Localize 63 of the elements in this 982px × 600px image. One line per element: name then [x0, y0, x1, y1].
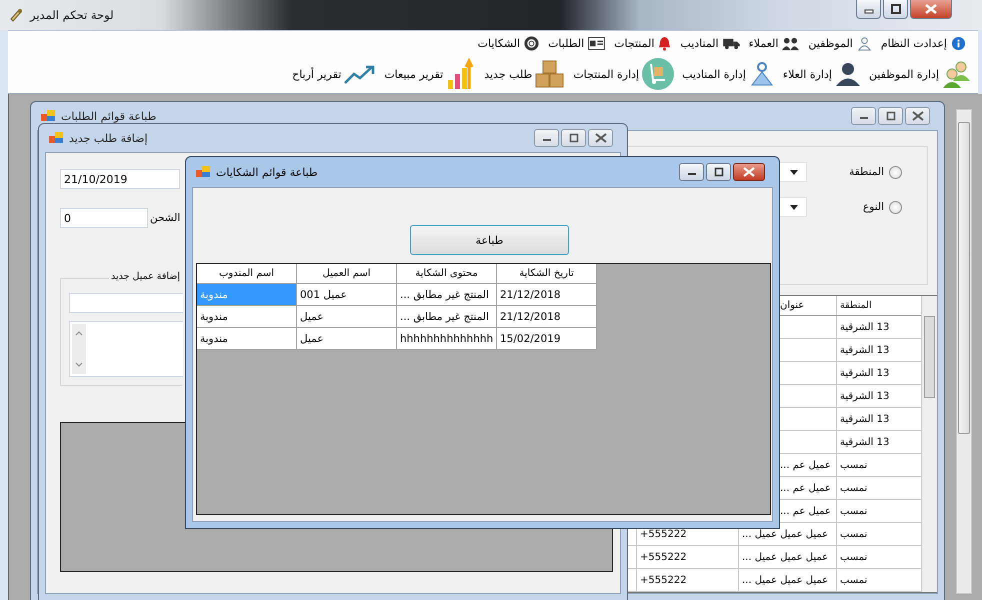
- table-cell: ... المنتج غير مطابق: [397, 306, 497, 328]
- table-cell: ... عميل عم: [780, 482, 831, 494]
- table-cell: عميل 001: [297, 284, 397, 306]
- group-label: إضافة عميل جديد: [109, 271, 182, 282]
- table-cell: نمسب: [840, 574, 868, 586]
- window-title: طباعة قوائم الطلبات: [61, 110, 158, 122]
- radio-label: النوع: [863, 201, 884, 213]
- toolbar-button[interactable]: إدارة المناديب: [682, 61, 775, 87]
- table-cell: نمسب: [840, 506, 868, 516]
- column-header: محتوى الشكاية: [397, 264, 497, 284]
- table-cell: ... عميل عميل عميل: [742, 528, 828, 540]
- column-header: اسم العميل: [297, 264, 397, 284]
- date-field[interactable]: 21/10/2019: [60, 169, 180, 189]
- table-cell: 13 الشرقية: [840, 436, 890, 448]
- field-label: الشحن: [150, 212, 180, 224]
- window-title: لوحة تحكم المدير: [30, 8, 114, 22]
- table-cell: 13 الشرقية: [840, 368, 890, 378]
- table-cell: عميل: [297, 328, 397, 350]
- column-header: عنوان: [780, 300, 804, 311]
- menu-item[interactable]: المنتجات: [614, 36, 672, 50]
- toolbar-button[interactable]: طلب جديد: [484, 60, 566, 88]
- table-cell[interactable]: مندوبة: [197, 328, 297, 350]
- table-cell[interactable]: مندوبة: [197, 306, 297, 328]
- table-cell: hhhhhhhhhhhhhh: [397, 328, 497, 350]
- menu-item[interactable]: العملاء: [748, 36, 800, 50]
- table-cell: 13 الشرقية: [840, 414, 890, 424]
- table-cell: نمسب: [840, 482, 868, 494]
- window-title: إضافة طلب جديد: [69, 132, 149, 144]
- toolbar-button[interactable]: إدارة العلاء: [782, 61, 861, 87]
- table-cell: 13 الشرقية: [840, 390, 890, 402]
- table-cell: 13 الشرقية: [840, 344, 890, 356]
- table-cell: نمسب: [840, 528, 868, 540]
- table-cell: 21/12/2018: [497, 284, 597, 306]
- column-header: اسم المندوب: [197, 264, 297, 284]
- table-cell: ... المنتج غير مطابق: [397, 284, 497, 306]
- table-cell: نمسب: [840, 460, 868, 470]
- table-cell: ... عميل عم: [780, 506, 831, 516]
- table-cell: +555222: [640, 574, 687, 586]
- menu-item[interactable]: الشكايات: [478, 36, 540, 50]
- table-cell: +555222: [640, 552, 687, 562]
- column-header: المنطقة: [840, 300, 872, 311]
- menu-item[interactable]: الموظفين: [808, 36, 872, 50]
- toolbar-button[interactable]: إدارة الموظفين: [868, 59, 972, 89]
- menu-item[interactable]: إعدادت النظام: [880, 36, 966, 50]
- column-header: تاريخ الشكاية: [497, 264, 597, 284]
- table-cell: ... عميل عم: [780, 460, 831, 470]
- toolbar-button[interactable]: تقرير مبيعات: [384, 58, 476, 90]
- table-cell: عميل: [297, 306, 397, 328]
- radio-label: المنطقة: [849, 166, 884, 178]
- table-cell: ... عميل عميل عميل: [742, 552, 828, 562]
- menu-item[interactable]: المناديب: [680, 36, 740, 50]
- table-cell: 13 الشرقية: [840, 322, 890, 332]
- table-cell: 15/02/2019: [497, 328, 597, 350]
- toolbar-button[interactable]: إدارة المنتجات: [573, 58, 674, 90]
- table-cell: +555222: [640, 528, 687, 540]
- print-button[interactable]: طباعة: [410, 225, 569, 255]
- table-cell: نمسب: [840, 552, 868, 562]
- table-cell: ... عميل عميل عميل: [742, 574, 828, 586]
- window-title: طباعة قوائم الشكايات: [216, 166, 319, 178]
- menu-item[interactable]: الطلبات: [548, 36, 606, 50]
- toolbar-button[interactable]: تقرير أرباح: [292, 63, 376, 85]
- table-cell: 21/12/2018: [497, 306, 597, 328]
- shipping-field[interactable]: 0: [60, 208, 148, 228]
